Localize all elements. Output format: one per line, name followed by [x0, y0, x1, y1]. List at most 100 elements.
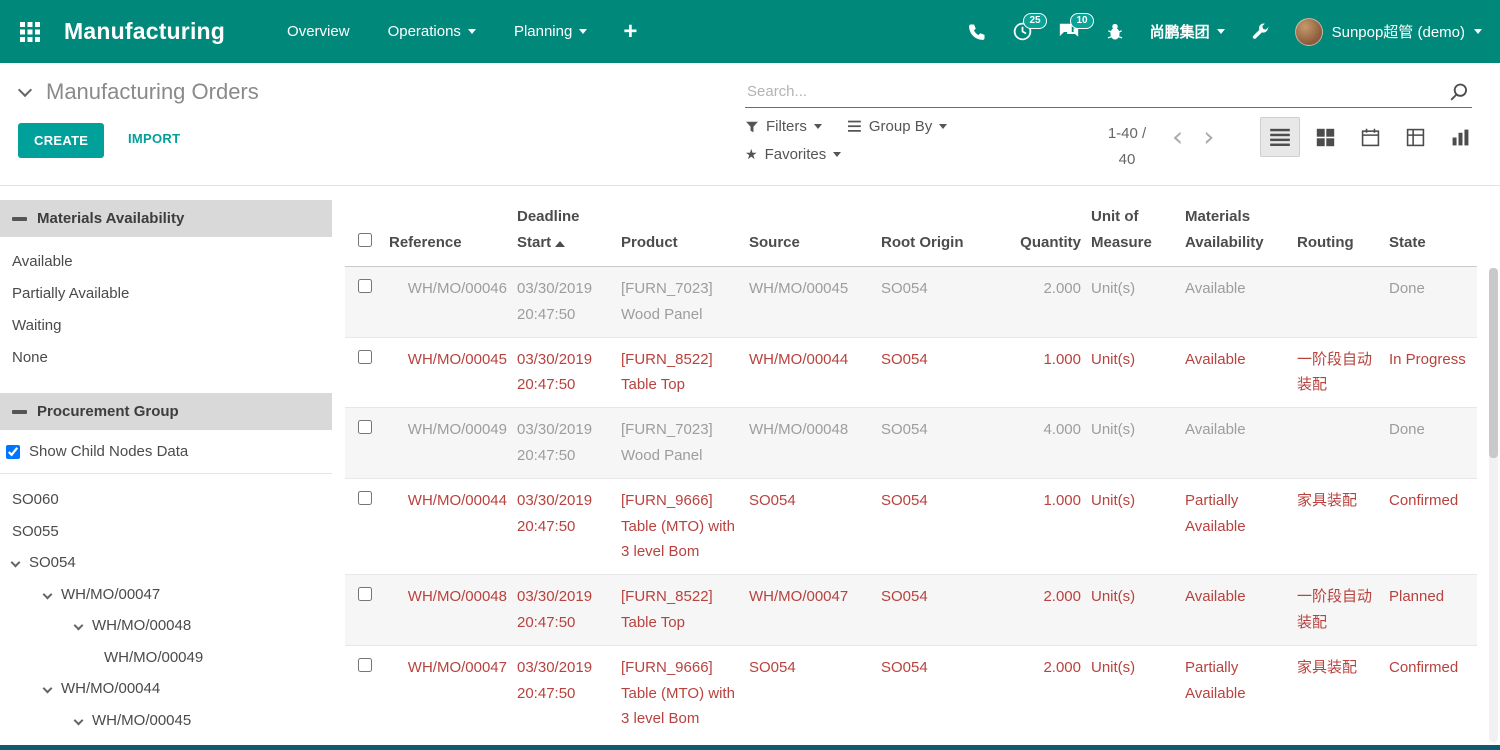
col-reference[interactable]: Reference	[387, 188, 515, 267]
section-title: Procurement Group	[37, 403, 179, 420]
cell-root-origin: SO054	[879, 408, 1011, 479]
chevron-down-icon[interactable]	[18, 82, 32, 96]
row-checkbox[interactable]	[358, 658, 372, 672]
search-icon[interactable]	[1448, 81, 1470, 107]
favorites-dropdown[interactable]: ★ Favorites	[745, 146, 841, 163]
cell-availability: Available	[1183, 575, 1295, 646]
show-child-nodes-checkbox[interactable]	[6, 445, 20, 459]
debug-bug-icon[interactable]	[1105, 22, 1125, 42]
search-input[interactable]	[745, 77, 1472, 108]
pager-nav: ‹ ›	[1172, 123, 1214, 151]
vertical-scrollbar[interactable]	[1489, 268, 1498, 742]
col-root-origin[interactable]: Root Origin	[879, 188, 1011, 267]
table-row[interactable]: WH/MO/00044 03/30/2019 20:47:50 [FURN_96…	[345, 478, 1477, 574]
company-switcher[interactable]: 尚鹏集团	[1150, 21, 1225, 42]
cell-reference: WH/MO/00047	[387, 645, 515, 741]
menu-planning[interactable]: Planning	[514, 23, 587, 40]
tree-item-so054[interactable]: SO054	[0, 547, 332, 579]
col-uom[interactable]: Unit of Measure	[1089, 188, 1183, 267]
cell-state: Confirmed	[1387, 645, 1477, 741]
cell-routing: 一阶段自动装配	[1295, 337, 1387, 408]
col-quantity[interactable]: Quantity	[1011, 188, 1089, 267]
tree-item-mo00049[interactable]: WH/MO/00049	[0, 642, 332, 674]
kanban-view-button[interactable]	[1305, 117, 1345, 157]
pager-previous-icon[interactable]: ‹	[1172, 123, 1183, 151]
apps-grid-icon[interactable]	[18, 20, 42, 44]
show-child-nodes-toggle[interactable]: Show Child Nodes Data	[0, 430, 332, 474]
row-checkbox[interactable]	[358, 491, 372, 505]
row-checkbox[interactable]	[358, 350, 372, 364]
col-product[interactable]: Product	[619, 188, 747, 267]
cell-deadline: 03/30/2019 20:47:50	[515, 575, 619, 646]
table-row[interactable]: WH/MO/00048 03/30/2019 20:47:50 [FURN_85…	[345, 575, 1477, 646]
groupby-dropdown[interactable]: Group By	[848, 118, 947, 135]
row-checkbox-cell	[345, 267, 387, 338]
col-deadline-start[interactable]: Deadline Start	[515, 188, 619, 267]
cell-availability: Available	[1183, 267, 1295, 338]
pivot-view-button[interactable]	[1395, 117, 1435, 157]
filter-none[interactable]: None	[0, 342, 332, 374]
col-state[interactable]: State	[1387, 188, 1477, 267]
col-source[interactable]: Source	[747, 188, 879, 267]
tree-item-mo00047[interactable]: WH/MO/00047	[0, 579, 332, 611]
tree-item-so060[interactable]: SO060	[0, 484, 332, 516]
activities-clock-icon[interactable]: 25	[1012, 21, 1033, 42]
page-title: Manufacturing Orders	[46, 79, 259, 105]
table-row[interactable]: WH/MO/00046 03/30/2019 20:47:50 [FURN_70…	[345, 267, 1477, 338]
tree-item-so055[interactable]: SO055	[0, 516, 332, 548]
favorites-label: Favorites	[765, 146, 827, 163]
pager-total: 40	[1096, 147, 1158, 173]
tree-label: SO055	[12, 516, 59, 548]
cell-uom: Unit(s)	[1089, 337, 1183, 408]
cell-uom: Unit(s)	[1089, 478, 1183, 574]
menu-overview[interactable]: Overview	[287, 23, 350, 40]
import-button[interactable]: IMPORT	[128, 131, 180, 146]
row-checkbox[interactable]	[358, 587, 372, 601]
graph-view-button[interactable]	[1440, 117, 1480, 157]
table-row[interactable]: WH/MO/00047 03/30/2019 20:47:50 [FURN_96…	[345, 645, 1477, 741]
cell-root-origin: SO054	[879, 575, 1011, 646]
horizontal-scrollbar[interactable]	[0, 745, 1500, 750]
tree-item-mo00044[interactable]: WH/MO/00044	[0, 673, 332, 705]
list-view-button[interactable]	[1260, 117, 1300, 157]
cell-source: WH/MO/00044	[747, 337, 879, 408]
messages-icon[interactable]: 10	[1058, 21, 1080, 43]
app-title[interactable]: Manufacturing	[64, 18, 225, 45]
filters-dropdown[interactable]: Filters	[745, 118, 822, 135]
pager-next-icon[interactable]: ›	[1203, 123, 1214, 151]
create-button[interactable]: CREATE	[18, 123, 104, 158]
plus-icon[interactable]: +	[623, 20, 637, 44]
settings-wrench-icon[interactable]	[1250, 22, 1270, 42]
filter-available[interactable]: Available	[0, 246, 332, 278]
table-row[interactable]: WH/MO/00045 03/30/2019 20:47:50 [FURN_85…	[345, 337, 1477, 408]
select-all-checkbox[interactable]	[358, 233, 372, 247]
tree-item-mo00048[interactable]: WH/MO/00048	[0, 610, 332, 642]
cell-reference: WH/MO/00044	[387, 478, 515, 574]
filter-funnel-icon	[745, 120, 759, 134]
top-navbar: Manufacturing Overview Operations Planni…	[0, 0, 1500, 63]
tree-item-mo00045[interactable]: WH/MO/00045	[0, 705, 332, 737]
row-checkbox[interactable]	[358, 420, 372, 434]
tree-label: WH/MO/00049	[104, 642, 203, 674]
user-menu[interactable]: Sunpop超管 (demo)	[1295, 18, 1482, 46]
cell-state: Confirmed	[1387, 478, 1477, 574]
show-child-nodes-label: Show Child Nodes Data	[29, 443, 188, 460]
vertical-scrollbar-thumb[interactable]	[1489, 268, 1498, 458]
cell-source: WH/MO/00048	[747, 408, 879, 479]
calendar-view-button[interactable]	[1350, 117, 1390, 157]
filter-partially-available[interactable]: Partially Available	[0, 278, 332, 310]
section-materials-availability: Materials Availability	[0, 200, 332, 237]
filter-bar-icon	[12, 410, 27, 414]
cell-source: WH/MO/00045	[747, 267, 879, 338]
filter-waiting[interactable]: Waiting	[0, 310, 332, 342]
col-materials-availability[interactable]: Materials Availability	[1183, 188, 1295, 267]
row-checkbox-cell	[345, 575, 387, 646]
row-checkbox[interactable]	[358, 279, 372, 293]
col-routing[interactable]: Routing	[1295, 188, 1387, 267]
tree-label: SO060	[12, 484, 59, 516]
menu-operations[interactable]: Operations	[388, 23, 476, 40]
table-row[interactable]: WH/MO/00049 03/30/2019 20:47:50 [FURN_70…	[345, 408, 1477, 479]
caret-down-icon	[814, 124, 822, 129]
phone-icon[interactable]	[967, 22, 987, 42]
message-count-badge: 10	[1070, 13, 1093, 29]
